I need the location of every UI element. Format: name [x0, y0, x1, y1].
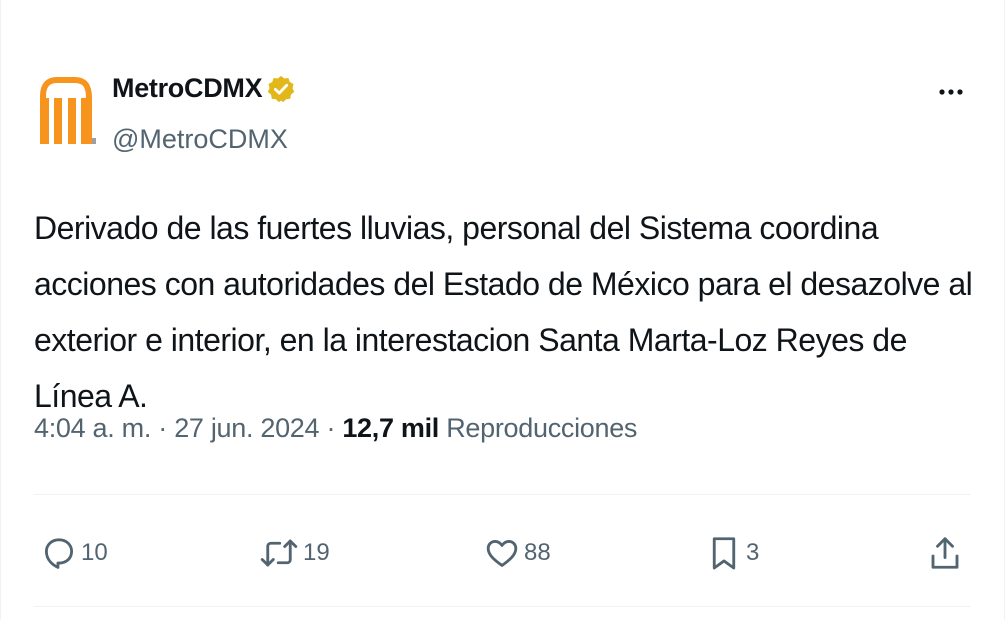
repost-button[interactable]: 19: [259, 530, 330, 576]
bookmark-icon: [712, 537, 736, 570]
share-button[interactable]: [927, 530, 963, 576]
divider: [34, 494, 971, 495]
repost-arrows-icon: [260, 539, 298, 567]
author-name-row[interactable]: MetroCDMX: [112, 73, 296, 104]
avatar[interactable]: [35, 70, 99, 160]
author-handle[interactable]: @MetroCDMX: [112, 124, 288, 155]
meta-separator: ·: [326, 413, 336, 443]
share-upload-icon: [931, 537, 959, 569]
more-dots-icon[interactable]: [936, 80, 966, 104]
post-date[interactable]: 27 jun. 2024: [174, 413, 319, 443]
repost-count: 19: [303, 539, 330, 566]
divider: [34, 606, 971, 607]
heart-icon: [486, 540, 518, 567]
reply-bubble-icon: [44, 538, 74, 569]
bookmark-count: 3: [746, 539, 760, 566]
reply-count: 10: [81, 539, 108, 566]
views-label: Reproducciones: [446, 413, 638, 443]
like-button[interactable]: 88: [484, 530, 551, 576]
post-card: MetroCDMX @MetroCDMX Derivado de las fue…: [0, 0, 1005, 620]
post-time[interactable]: 4:04 a. m.: [34, 413, 151, 443]
action-bar: 10 19 88 3: [1, 530, 1005, 576]
post-text: Derivado de las fuertes lluvias, persona…: [34, 210, 973, 414]
post-meta: 4:04 a. m. · 27 jun. 2024 · 12,7 mil Rep…: [34, 413, 637, 444]
meta-separator: ·: [158, 413, 167, 443]
display-name[interactable]: MetroCDMX: [112, 73, 263, 104]
views-count: 12,7 mil: [342, 413, 440, 443]
reply-button[interactable]: 10: [41, 530, 108, 576]
verified-badge-icon[interactable]: [266, 74, 296, 104]
metro-logo-icon: [35, 70, 99, 160]
bookmark-button[interactable]: 3: [706, 530, 759, 576]
like-count: 88: [524, 539, 551, 566]
